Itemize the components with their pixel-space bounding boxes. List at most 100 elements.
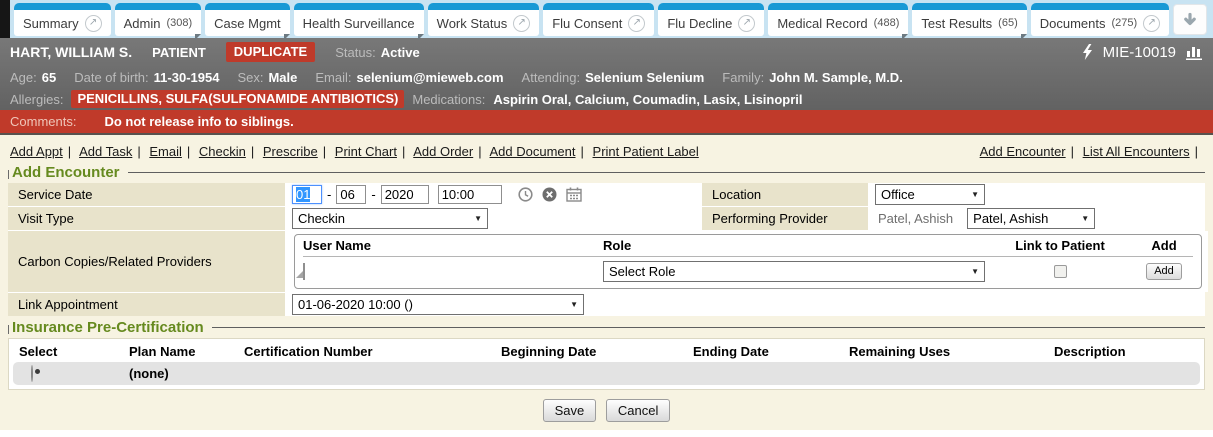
patient-type-label: PATIENT <box>152 45 206 60</box>
tab-test-results[interactable]: Test Results (65) <box>912 3 1026 36</box>
tab-label: Case Mgmt <box>214 16 280 31</box>
performing-provider-label: Performing Provider <box>702 207 868 230</box>
link-appointment-select[interactable]: 01-06-2020 10:00 ()▼ <box>292 294 584 315</box>
precert-none-radio[interactable] <box>31 365 33 382</box>
allergies-medications-row: Allergies: PENICILLINS, SULFA(SULFONAMID… <box>10 88 1203 110</box>
tab-documents[interactable]: Documents (275) ↗ <box>1031 3 1169 36</box>
visit-type-select[interactable]: Checkin▼ <box>292 208 488 229</box>
flowsheet-chart-icon[interactable] <box>1186 44 1203 60</box>
dob-label: Date of birth: <box>74 70 148 85</box>
allergies-value[interactable]: PENICILLINS, SULFA(SULFONAMIDE ANTIBIOTI… <box>71 90 404 108</box>
location-select[interactable]: Office▼ <box>875 184 985 205</box>
link-add-encounter[interactable]: Add Encounter <box>980 144 1066 159</box>
comments-label: Comments: <box>10 114 76 129</box>
tab-flu-decline[interactable]: Flu Decline ↗ <box>658 3 764 36</box>
add-carbon-copy-button[interactable]: Add <box>1146 263 1182 280</box>
tab-medical-record[interactable]: Medical Record (488) <box>768 3 908 36</box>
family-label: Family: <box>722 70 764 85</box>
link-list-all-encounters[interactable]: List All Encounters <box>1083 144 1190 159</box>
cancel-button[interactable]: Cancel <box>606 399 670 422</box>
clear-date-icon[interactable] <box>542 187 557 202</box>
medications-value[interactable]: Aspirin Oral, Calcium, Coumadin, Lasix, … <box>493 92 802 107</box>
external-link-icon[interactable]: ↗ <box>738 15 755 32</box>
section-title: Add Encounter <box>12 164 120 181</box>
location-label: Location <box>702 183 868 206</box>
left-links: Add Appt| Add Task| Email| Checkin| Pres… <box>10 144 699 159</box>
external-link-icon[interactable]: ↗ <box>513 15 530 32</box>
role-header: Role <box>603 238 985 253</box>
external-link-icon[interactable]: ↗ <box>628 15 645 32</box>
age-label: Age: <box>10 70 37 85</box>
patient-header: HART, WILLIAM S. PATIENT DUPLICATE Statu… <box>0 38 1213 110</box>
chart-id: MIE-10019 <box>1103 44 1176 61</box>
link-add-document[interactable]: Add Document <box>490 144 576 159</box>
tab-health-surveillance[interactable]: Health Surveillance <box>294 3 424 36</box>
clock-icon[interactable] <box>518 187 533 202</box>
insurance-precert-heading: Insurance Pre-Certification <box>8 318 1205 337</box>
save-button[interactable]: Save <box>543 399 597 422</box>
link-add-appt[interactable]: Add Appt <box>10 144 63 159</box>
tab-admin[interactable]: Admin (308) <box>115 3 202 36</box>
section-title: Insurance Pre-Certification <box>12 319 204 336</box>
dropdown-arrow-icon: ▼ <box>971 190 979 199</box>
col-cert-number: Certification Number <box>244 344 501 359</box>
status-label: Status: <box>335 45 375 60</box>
link-appointment-label: Link Appointment <box>8 293 285 316</box>
tab-label: Health Surveillance <box>303 16 415 31</box>
add-header: Add <box>1135 238 1193 253</box>
service-date-day-input[interactable]: 06 <box>336 185 366 204</box>
col-description: Description <box>1054 344 1194 359</box>
tab-label: Test Results <box>921 16 992 31</box>
link-checkin[interactable]: Checkin <box>199 144 246 159</box>
status-value: Active <box>381 45 420 60</box>
col-beginning-date: Beginning Date <box>501 344 693 359</box>
tab-label: Flu Decline <box>667 16 732 31</box>
user-name-input[interactable] <box>303 263 305 280</box>
tab-count: (308) <box>166 17 192 29</box>
external-link-icon[interactable]: ↗ <box>85 15 102 32</box>
lightning-icon[interactable] <box>1082 44 1093 60</box>
carbon-copies-box: User Name Role Link to Patient Add Selec… <box>294 234 1202 289</box>
email-value: selenium@mieweb.com <box>356 70 503 85</box>
duplicate-badge: DUPLICATE <box>226 42 315 62</box>
service-date-month-input[interactable]: 01 <box>292 185 322 204</box>
calendar-icon[interactable] <box>566 187 582 202</box>
date-separator: - <box>327 187 331 202</box>
email-label: Email: <box>315 70 351 85</box>
date-separator: - <box>371 187 375 202</box>
dob-value: 11-30-1954 <box>154 70 220 85</box>
link-email[interactable]: Email <box>149 144 182 159</box>
service-date-year-input[interactable]: 2020 <box>381 185 429 204</box>
collapse-tabs-button[interactable] <box>1173 4 1207 35</box>
role-select[interactable]: Select Role▼ <box>603 261 985 282</box>
tab-count: (275) <box>1111 17 1137 29</box>
tab-flu-consent[interactable]: Flu Consent ↗ <box>543 3 654 36</box>
family-value: John M. Sample, M.D. <box>769 70 903 85</box>
external-link-icon[interactable]: ↗ <box>1143 15 1160 32</box>
link-print-chart[interactable]: Print Chart <box>335 144 397 159</box>
sex-label: Sex: <box>237 70 263 85</box>
service-date-label: Service Date <box>8 183 285 206</box>
col-ending-date: Ending Date <box>693 344 849 359</box>
link-prescribe[interactable]: Prescribe <box>263 144 318 159</box>
link-add-order[interactable]: Add Order <box>413 144 473 159</box>
dropdown-arrow-icon: ▼ <box>570 300 578 309</box>
performing-provider-text: Patel, Ashish <box>878 211 953 226</box>
link-print-patient-label[interactable]: Print Patient Label <box>593 144 699 159</box>
add-encounter-form: Service Date 01 - 06 - 2020 10:00 <box>8 183 1205 316</box>
tab-label: Summary <box>23 16 79 31</box>
link-add-task[interactable]: Add Task <box>79 144 132 159</box>
tab-case-mgmt[interactable]: Case Mgmt <box>205 3 289 36</box>
col-remaining-uses: Remaining Uses <box>849 344 1054 359</box>
visit-type-label: Visit Type <box>8 207 285 230</box>
tab-work-status[interactable]: Work Status ↗ <box>428 3 540 36</box>
link-to-patient-checkbox[interactable] <box>1054 265 1067 278</box>
performing-provider-select[interactable]: Patel, Ashish▼ <box>967 208 1095 229</box>
insurance-precert-table: Select Plan Name Certification Number Be… <box>8 338 1205 390</box>
allergies-label: Allergies: <box>10 92 63 107</box>
comments-bar: Comments: Do not release info to sibling… <box>0 110 1213 135</box>
tab-label: Documents <box>1040 16 1106 31</box>
patient-name: HART, WILLIAM S. <box>10 44 132 60</box>
service-time-input[interactable]: 10:00 <box>438 185 502 204</box>
tab-summary[interactable]: Summary ↗ <box>14 3 111 36</box>
